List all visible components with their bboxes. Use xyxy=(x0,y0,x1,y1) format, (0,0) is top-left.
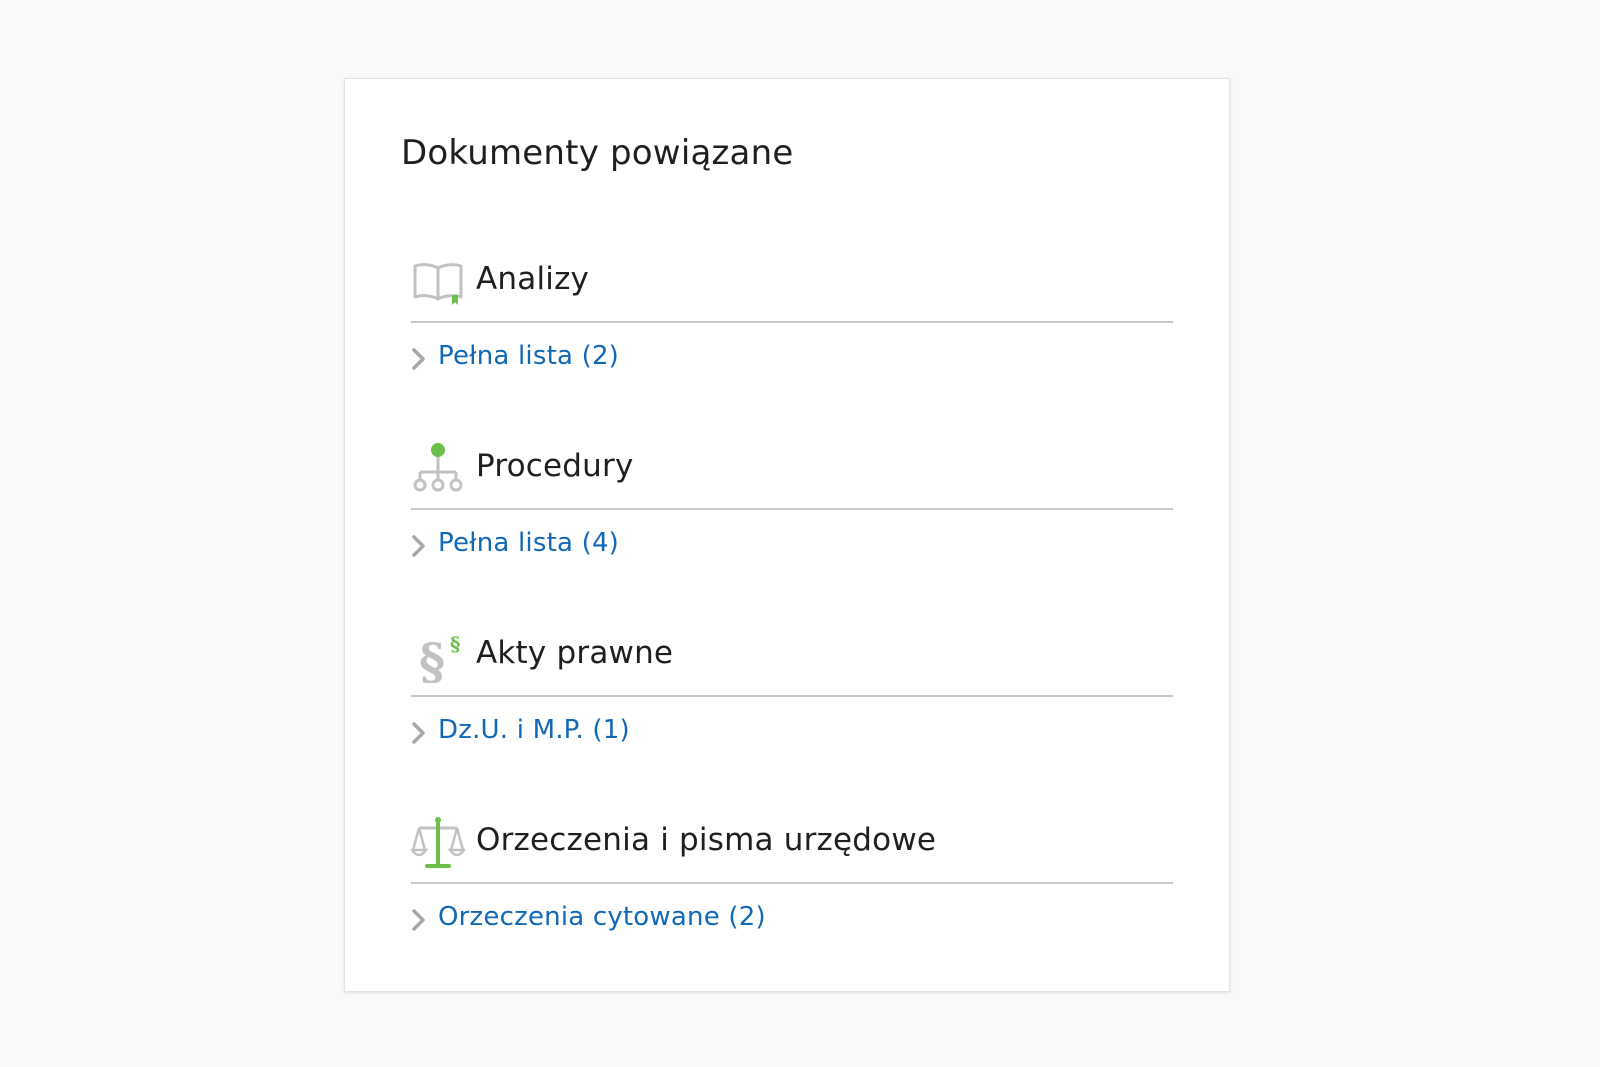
chevron-right-icon xyxy=(411,908,427,932)
link-label: Orzeczenia cytowane (2) xyxy=(438,902,766,932)
chevron-right-icon xyxy=(411,534,427,558)
panel-title: Dokumenty powiązane xyxy=(401,133,794,173)
book-icon xyxy=(411,255,465,309)
svg-text:§: § xyxy=(419,632,445,683)
section-title: Procedury xyxy=(476,448,634,484)
legal-acts-link[interactable]: Dz.U. i M.P. (1) xyxy=(411,715,1173,749)
section-header: Procedury xyxy=(411,434,1173,510)
full-list-link-analizy[interactable]: Pełna lista (2) xyxy=(411,341,1173,375)
related-documents-panel: Dokumenty powiązane Analizy Pełna lista … xyxy=(344,78,1230,992)
chevron-right-icon xyxy=(411,347,427,371)
section-orzeczenia: Orzeczenia i pisma urzędowe Orzeczenia c… xyxy=(411,808,1173,936)
cited-rulings-link[interactable]: Orzeczenia cytowane (2) xyxy=(411,902,1173,936)
chevron-right-icon xyxy=(411,721,427,745)
section-title: Akty prawne xyxy=(476,635,674,671)
section-title: Analizy xyxy=(476,261,590,297)
flowchart-icon xyxy=(411,442,465,496)
full-list-link-procedury[interactable]: Pełna lista (4) xyxy=(411,528,1173,562)
section-header: § § Akty prawne xyxy=(411,621,1173,697)
link-label: Dz.U. i M.P. (1) xyxy=(438,715,630,745)
link-label: Pełna lista (4) xyxy=(438,528,620,558)
svg-text:§: § xyxy=(450,632,460,656)
section-analizy: Analizy Pełna lista (2) xyxy=(411,247,1173,375)
section-akty-prawne: § § Akty prawne Dz.U. i M.P. (1) xyxy=(411,621,1173,749)
paragraph-icon: § § xyxy=(411,629,465,683)
section-header: Analizy xyxy=(411,247,1173,323)
section-title: Orzeczenia i pisma urzędowe xyxy=(476,822,937,858)
link-label: Pełna lista (2) xyxy=(438,341,620,371)
scales-icon xyxy=(411,816,465,870)
section-header: Orzeczenia i pisma urzędowe xyxy=(411,808,1173,884)
section-procedury: Procedury Pełna lista (4) xyxy=(411,434,1173,562)
